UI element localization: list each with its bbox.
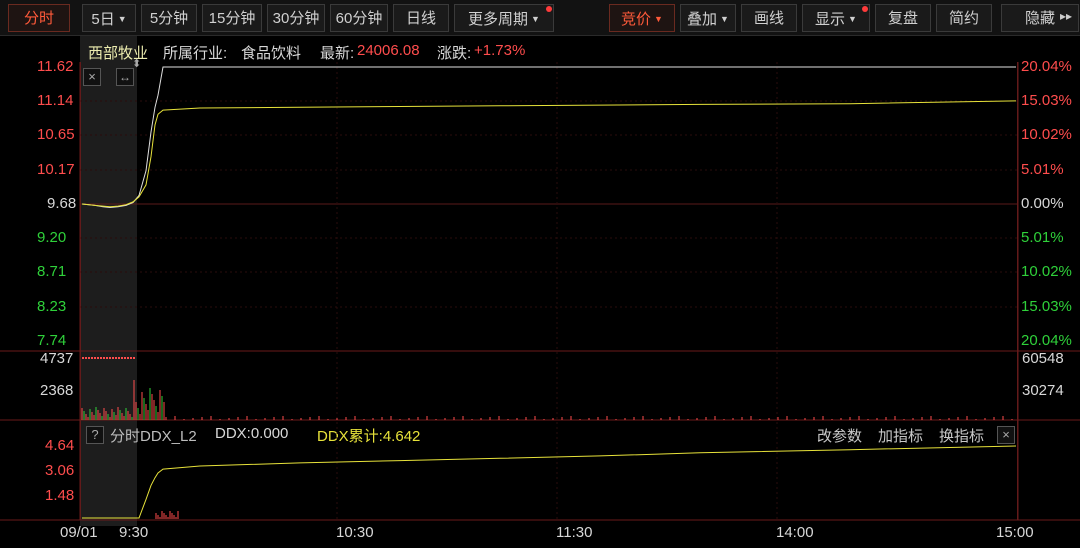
- average-price-line: [81, 100, 1017, 208]
- ddx-cumulative-line: [82, 445, 1017, 519]
- intraday-chart: [0, 62, 1080, 521]
- price-line: [81, 66, 1016, 209]
